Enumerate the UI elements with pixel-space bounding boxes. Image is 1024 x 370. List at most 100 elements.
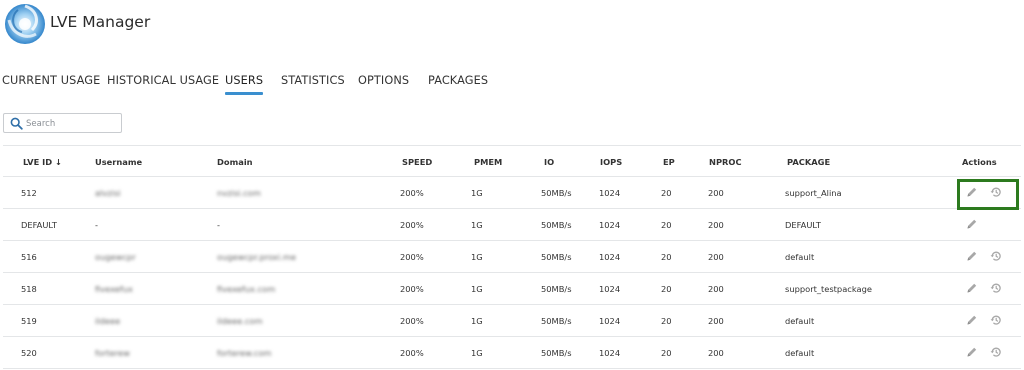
cell-username: - <box>95 220 98 230</box>
cell-io: 50MB/s <box>541 252 572 262</box>
pencil-icon <box>967 283 977 293</box>
cell-lve-id: 516 <box>21 252 37 262</box>
cell-username: forterew <box>95 348 130 358</box>
cell-lve-id: 512 <box>21 188 37 198</box>
column-lve-id[interactable]: LVE ID ↓ <box>23 157 62 167</box>
cell-ep: 20 <box>661 252 672 262</box>
pencil-icon <box>967 315 977 325</box>
cell-ep: 20 <box>661 348 672 358</box>
tab-historical-usage[interactable]: HISTORICAL USAGE <box>107 74 219 87</box>
users-table: LVE ID ↓ Username Domain SPEED PMEM IO I… <box>3 145 1021 369</box>
tab-users[interactable]: USERS <box>225 74 264 95</box>
cell-domain: forterew.com <box>217 348 272 358</box>
tab-statistics[interactable]: STATISTICS <box>281 74 345 87</box>
tab-options[interactable]: OPTIONS <box>358 74 409 87</box>
history-button[interactable] <box>990 314 1002 326</box>
cell-iops: 1024 <box>599 348 621 358</box>
cell-iops: 1024 <box>599 316 621 326</box>
column-pmem[interactable]: PMEM <box>474 157 502 167</box>
cell-nproc: 200 <box>708 316 724 326</box>
table-row: 519 ildeee ildeee.com 200% 1G 50MB/s 102… <box>3 305 1021 337</box>
table-header: LVE ID ↓ Username Domain SPEED PMEM IO I… <box>3 145 1021 177</box>
actions-highlight-box <box>957 179 1019 210</box>
cell-speed: 200% <box>400 348 424 358</box>
cell-nproc: 200 <box>708 220 724 230</box>
cell-pmem: 1G <box>471 252 483 262</box>
tab-current-usage[interactable]: CURRENT USAGE <box>2 74 100 87</box>
cell-username: ildeee <box>95 316 121 326</box>
column-io[interactable]: IO <box>544 157 554 167</box>
history-icon <box>990 283 1001 293</box>
column-nproc[interactable]: NPROC <box>709 157 742 167</box>
search-input[interactable] <box>26 116 118 131</box>
cell-iops: 1024 <box>599 284 621 294</box>
pencil-icon <box>967 219 977 229</box>
history-icon <box>990 315 1001 325</box>
cell-speed: 200% <box>400 252 424 262</box>
cell-iops: 1024 <box>599 220 621 230</box>
table-row: 512 alvzisi nvzisi.com 200% 1G 50MB/s 10… <box>3 177 1021 209</box>
cell-nproc: 200 <box>708 348 724 358</box>
cell-pmem: 1G <box>471 220 483 230</box>
table-row: 518 fivexefux fivexefux.com 200% 1G 50MB… <box>3 273 1021 305</box>
search-icon <box>10 117 23 130</box>
cell-package: support_testpackage <box>785 284 872 294</box>
cell-ep: 20 <box>661 284 672 294</box>
cell-pmem: 1G <box>471 188 483 198</box>
cell-domain: fivexefux.com <box>217 284 276 294</box>
tab-packages[interactable]: PACKAGES <box>428 74 488 87</box>
cell-domain: - <box>217 220 220 230</box>
history-button[interactable] <box>990 282 1002 294</box>
history-button[interactable] <box>990 346 1002 358</box>
cell-lve-id: 520 <box>21 348 37 358</box>
cell-package: DEFAULT <box>785 220 821 230</box>
edit-button[interactable] <box>966 282 978 294</box>
cell-lve-id: DEFAULT <box>21 220 57 230</box>
column-username[interactable]: Username <box>95 157 142 167</box>
edit-button[interactable] <box>966 346 978 358</box>
cell-io: 50MB/s <box>541 348 572 358</box>
history-icon <box>990 251 1001 261</box>
column-speed[interactable]: SPEED <box>402 157 432 167</box>
cell-ep: 20 <box>661 188 672 198</box>
cell-package: default <box>785 316 815 326</box>
cell-io: 50MB/s <box>541 220 572 230</box>
column-actions: Actions <box>962 157 997 167</box>
cell-username: fivexefux <box>95 284 133 294</box>
column-ep[interactable]: EP <box>663 157 675 167</box>
cell-iops: 1024 <box>599 188 621 198</box>
cell-package: default <box>785 348 815 358</box>
cell-package: default <box>785 252 815 262</box>
cell-nproc: 200 <box>708 252 724 262</box>
edit-button[interactable] <box>966 218 978 230</box>
table-row: 520 forterew forterew.com 200% 1G 50MB/s… <box>3 337 1021 369</box>
table-row: DEFAULT - - 200% 1G 50MB/s 1024 20 200 D… <box>3 209 1021 241</box>
cell-io: 50MB/s <box>541 188 572 198</box>
history-button[interactable] <box>990 250 1002 262</box>
pencil-icon <box>967 251 977 261</box>
cell-domain: ougewcpr.proxi.me <box>217 252 296 262</box>
cell-speed: 200% <box>400 316 424 326</box>
search-box[interactable] <box>3 113 122 133</box>
app-header: LVE Manager <box>0 0 1024 50</box>
pencil-icon <box>967 347 977 357</box>
column-domain[interactable]: Domain <box>217 157 253 167</box>
edit-button[interactable] <box>966 314 978 326</box>
history-icon <box>990 347 1001 357</box>
cell-nproc: 200 <box>708 284 724 294</box>
cell-io: 50MB/s <box>541 316 572 326</box>
table-row: 516 ougewcpr ougewcpr.proxi.me 200% 1G 5… <box>3 241 1021 273</box>
cell-io: 50MB/s <box>541 284 572 294</box>
edit-button[interactable] <box>966 250 978 262</box>
column-iops[interactable]: IOPS <box>600 157 622 167</box>
cell-lve-id: 519 <box>21 316 37 326</box>
column-package[interactable]: PACKAGE <box>787 157 830 167</box>
cell-speed: 200% <box>400 220 424 230</box>
cell-package: support_Alina <box>785 188 842 198</box>
cell-username: ougewcpr <box>95 252 136 262</box>
cell-ep: 20 <box>661 316 672 326</box>
cell-speed: 200% <box>400 188 424 198</box>
cell-iops: 1024 <box>599 252 621 262</box>
cell-domain: nvzisi.com <box>217 188 261 198</box>
app-title: LVE Manager <box>50 13 151 31</box>
